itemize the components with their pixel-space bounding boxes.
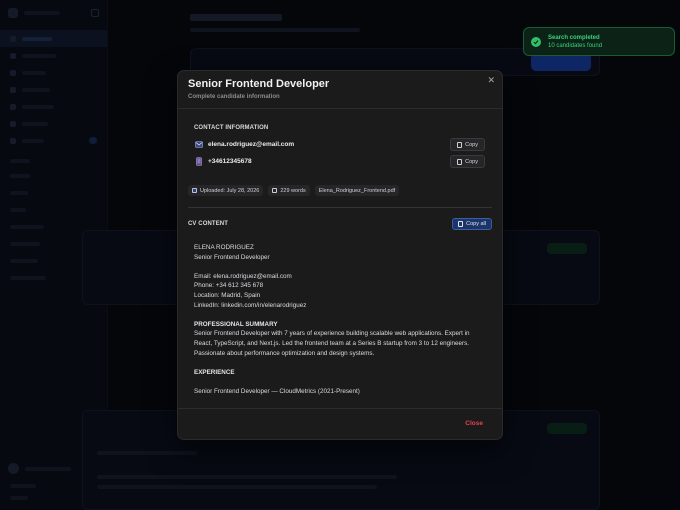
modal-subtitle: Complete candidate information (188, 94, 280, 100)
success-toast[interactable]: Search completed 10 candidates found (523, 27, 675, 56)
cv-experience-block: EXPERIENCE (194, 368, 488, 378)
word-count-text: 229 words (280, 187, 306, 194)
filename-text: Elena_Rodriguez_Frontend.pdf (318, 187, 396, 194)
modal-footer: Close (178, 408, 502, 439)
cv-name: ELENA RODRIGUEZ (194, 244, 254, 251)
phone-row: +34612345678 Copy (194, 154, 485, 169)
copy-email-button[interactable]: Copy (450, 138, 485, 151)
cv-header-block: ELENA RODRIGUEZ Senior Frontend Develope… (194, 243, 488, 262)
close-button[interactable]: Close (465, 420, 483, 427)
copy-phone-button[interactable]: Copy (450, 155, 485, 168)
phone-icon (194, 157, 203, 166)
cv-linkedin-line: LinkedIn: linkedin.com/in/elenarodriguez (194, 301, 307, 309)
cv-role: Senior Frontend Developer (194, 253, 270, 261)
clipboard-icon (457, 158, 463, 165)
candidate-modal: Senior Frontend Developer Complete candi… (177, 70, 503, 440)
filename-chip: Elena_Rodriguez_Frontend.pdf (314, 185, 400, 196)
contact-section: CONTACT INFORMATION elena.rodriguez@emai… (194, 125, 485, 169)
cv-phone-line: Phone: +34 612 345 678 (194, 282, 264, 290)
toast-title: Search completed (548, 34, 600, 41)
cv-header: CV CONTENT Copy all (188, 218, 492, 230)
calendar-icon (192, 188, 197, 193)
phone-value: +34612345678 (208, 158, 252, 165)
copy-all-label: Copy all (466, 221, 486, 227)
modal-header: Senior Frontend Developer Complete candi… (178, 71, 502, 109)
contact-section-label: CONTACT INFORMATION (194, 125, 269, 131)
toast-text: Search completed 10 candidates found (548, 35, 602, 49)
check-circle-icon (531, 36, 541, 47)
copy-all-button[interactable]: Copy all (452, 218, 492, 230)
clipboard-icon (458, 221, 464, 227)
uploaded-chip: Uploaded: July 28, 2026 (188, 185, 264, 196)
modal-title: Senior Frontend Developer (188, 78, 330, 90)
email-row: elena.rodriguez@email.com Copy (194, 137, 485, 152)
toast-message: 10 candidates found (548, 42, 603, 49)
file-meta: Uploaded: July 28, 2026 229 words Elena_… (188, 185, 400, 196)
word-count-chip: 229 words (268, 185, 310, 196)
cv-summary-block: PROFESSIONAL SUMMARY Senior Frontend Dev… (194, 320, 488, 358)
cv-email-line: Email: elena.rodriguez@email.com (194, 272, 292, 280)
copy-email-label: Copy (465, 141, 478, 148)
cv-contact-block: Email: elena.rodriguez@email.com Phone: … (194, 272, 488, 310)
clipboard-icon (457, 141, 463, 148)
cv-location-line: Location: Madrid, Spain (194, 291, 261, 299)
cv-content[interactable]: ELENA RODRIGUEZ Senior Frontend Develope… (194, 243, 488, 399)
copy-phone-label: Copy (465, 158, 478, 165)
cv-experience-heading: EXPERIENCE (194, 368, 235, 376)
uploaded-text: Uploaded: July 28, 2026 (200, 187, 260, 194)
close-icon[interactable]: ✕ (487, 75, 495, 86)
cv-section-label: CV CONTENT (188, 221, 228, 227)
email-value: elena.rodriguez@email.com (208, 141, 295, 148)
section-divider (188, 207, 492, 208)
cv-summary-text: Senior Frontend Developer with 7 years o… (194, 330, 470, 357)
cv-experience-line: Senior Frontend Developer — CloudMetrics… (194, 387, 360, 395)
cv-summary-heading: PROFESSIONAL SUMMARY (194, 320, 278, 328)
document-icon (272, 188, 278, 193)
email-icon (194, 140, 203, 149)
